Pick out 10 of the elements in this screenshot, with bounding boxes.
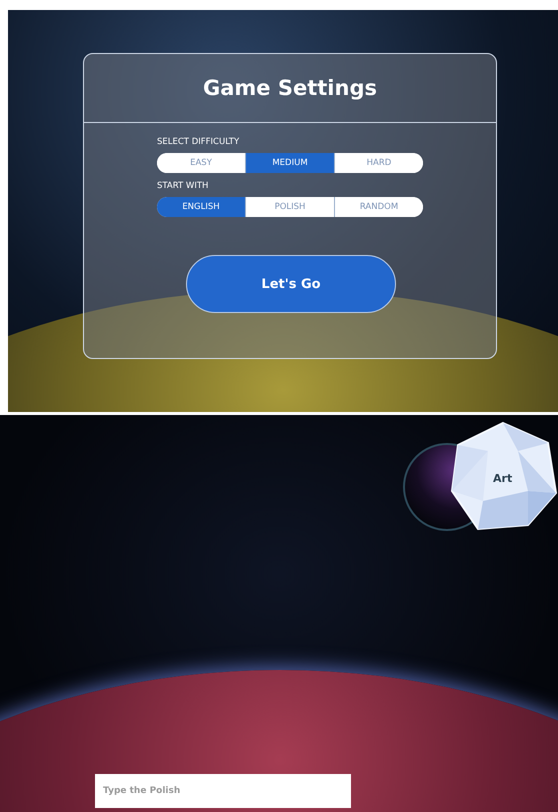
segment-option[interactable]: ENGLISH: [157, 197, 245, 217]
segment-option[interactable]: HARD: [334, 153, 423, 173]
group-label: SELECT DIFFICULTY: [157, 137, 240, 147]
group-label: START WITH: [157, 181, 210, 191]
start-button[interactable]: Let's Go: [186, 255, 396, 313]
segment-option[interactable]: MEDIUM: [245, 153, 334, 173]
card-title: Game Settings: [203, 76, 377, 100]
category-label: Art: [493, 472, 512, 485]
segment-option[interactable]: RANDOM: [334, 197, 423, 217]
answer-field[interactable]: Type the Polish: [95, 774, 351, 808]
